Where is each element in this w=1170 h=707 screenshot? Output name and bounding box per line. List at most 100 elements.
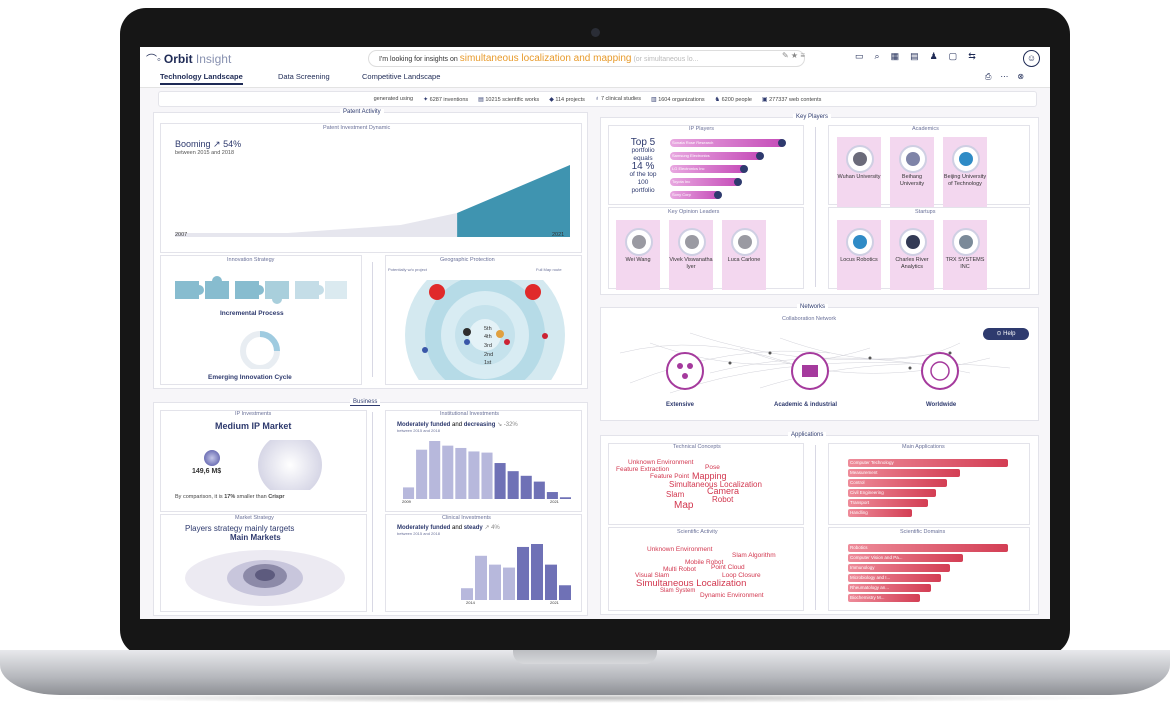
print-icon[interactable]: ⎙: [985, 72, 991, 82]
webcam-icon: [591, 28, 600, 37]
startups-title: Startups: [915, 209, 936, 215]
bar-2012[interactable]: [442, 445, 454, 499]
share-icon[interactable]: ⇆: [968, 51, 976, 62]
sci-domain-bar[interactable]: [848, 544, 1008, 552]
ip-players-summary: Top 5 portfolio equals 14 % of the top 1…: [629, 137, 657, 195]
stat-inventions[interactable]: ✦ 6287 inventions: [423, 96, 468, 103]
tab-competitive-landscape[interactable]: Competitive Landscape: [362, 72, 440, 81]
search-keyword: simultaneous localization and mapping: [459, 53, 632, 64]
calendar-icon[interactable]: ▤: [910, 51, 919, 62]
stat-people[interactable]: ♞ 6200 people: [715, 96, 752, 103]
academic-card[interactable]: Beihang University: [890, 137, 934, 207]
startup-avatar-icon: [846, 228, 874, 256]
kol-logo-icon: [685, 235, 699, 249]
search-input[interactable]: I'm looking for insights on simultaneous…: [368, 50, 805, 67]
search-icon[interactable]: ⌕: [875, 51, 880, 62]
ip-player-label: Sonata Rose Research: [672, 140, 714, 145]
bar-2014[interactable]: [468, 451, 480, 499]
chat-icon[interactable]: ▢: [949, 51, 958, 62]
folder-icon[interactable]: ▭: [855, 51, 864, 62]
bar-2018[interactable]: [517, 546, 529, 600]
bar-2020[interactable]: [546, 492, 558, 499]
stats-prefix: generated using: [373, 96, 414, 102]
bar-2017[interactable]: [507, 471, 519, 499]
kol-name: Luca Carlone: [727, 257, 761, 263]
geo-rank-3: 3rd: [484, 343, 492, 349]
close-icon[interactable]: ⊗: [1017, 72, 1024, 82]
innovation-label-1: Incremental Process: [220, 310, 284, 317]
kol-card[interactable]: Wei Wang: [616, 220, 660, 290]
startup-logo-icon: [853, 235, 867, 249]
web-icon: ▣: [761, 96, 768, 103]
ip-players-title: IP Players: [689, 126, 714, 132]
main-app-bar-label: Computer Technology: [850, 460, 894, 465]
bar-2011[interactable]: [429, 441, 441, 499]
user-icon[interactable]: ♟: [930, 51, 938, 62]
bar-2014[interactable]: [461, 588, 473, 600]
geo-right-label: Full Map route: [536, 267, 562, 272]
bar-2015[interactable]: [481, 452, 493, 499]
edit-star-icons[interactable]: ✎ ★ ≡: [782, 51, 805, 60]
stat-clinical[interactable]: ♁ 7 clinical studies: [595, 96, 641, 102]
academics-title: Academics: [912, 126, 939, 132]
clinical-title: Clinical Investments: [442, 515, 491, 521]
more-icon[interactable]: ⋯: [1000, 72, 1008, 82]
startup-card[interactable]: TRX SYSTEMS INC: [943, 220, 987, 290]
patent-dynamic-title: Patent Investment Dynamic: [323, 125, 391, 131]
activity-word: Dynamic Environment: [700, 592, 764, 599]
laptop-notch: [513, 650, 657, 664]
academic-card[interactable]: Wuhan University: [837, 137, 881, 207]
stat-projects[interactable]: ◆ 114 projects: [549, 96, 585, 103]
bar-2017[interactable]: [503, 567, 515, 600]
academic-logo-icon: [959, 152, 973, 166]
startup-card[interactable]: Locus Robotics: [837, 220, 881, 290]
grid-icon[interactable]: ▦: [891, 51, 900, 62]
bar-2019[interactable]: [531, 544, 543, 600]
bar-2010[interactable]: [416, 449, 428, 499]
market-target-icon: [185, 550, 345, 606]
avatar-icon[interactable]: ☺: [1023, 50, 1040, 67]
main-app-bar-label: Handling: [850, 510, 868, 515]
startup-card[interactable]: Charles River Analytics: [890, 220, 934, 290]
academic-card[interactable]: Beijing University of Technology: [943, 137, 987, 207]
ip-player-label: Toyota Inc: [672, 179, 691, 184]
kol-logo-icon: [632, 235, 646, 249]
bar-2016[interactable]: [494, 463, 506, 499]
stat-web[interactable]: ▣ 277337 web contents: [762, 96, 822, 103]
stat-organizations[interactable]: ▥ 1604 organizations: [651, 96, 705, 103]
player-logo-icon: [714, 191, 722, 199]
kol-card[interactable]: Vivek Viswanatha Iyer: [669, 220, 713, 290]
ip-heading: Medium IP Market: [215, 421, 292, 431]
bar-2015[interactable]: [475, 555, 487, 600]
patent-headline: Booming ↗ 54%: [175, 139, 242, 149]
academic-avatar-icon: [952, 145, 980, 173]
bar-2018[interactable]: [520, 475, 532, 499]
kol-name: Wei Wang: [625, 257, 651, 263]
main-app-bar-label: Civil Engineering: [850, 490, 884, 495]
bar-2019[interactable]: [533, 481, 545, 499]
ip-title: IP Investments: [235, 411, 272, 417]
tab-data-screening[interactable]: Data Screening: [278, 72, 330, 81]
app-logo[interactable]: ⌒◦ Orbit Insight: [146, 51, 231, 67]
cycle-donut-icon: [240, 331, 280, 369]
startup-logo-icon: [959, 235, 973, 249]
clinical-period: between 2015 and 2018: [397, 531, 440, 536]
geo-rank-1: 1st: [484, 360, 492, 366]
patent-area-chart: [175, 165, 570, 237]
bar-2016[interactable]: [489, 564, 501, 600]
orbit-logo-icon: ⌒◦: [146, 54, 161, 66]
bar-2021[interactable]: [559, 497, 571, 499]
bar-2021[interactable]: [559, 585, 571, 600]
bar-2013[interactable]: [455, 447, 467, 499]
tab-technology-landscape[interactable]: Technology Landscape: [160, 72, 243, 85]
bar-2020[interactable]: [545, 564, 557, 600]
stat-scientific-works[interactable]: ▤ 10215 scientific works: [478, 96, 539, 103]
player-logo-icon: [778, 139, 786, 147]
help-button[interactable]: ⊙ Help: [983, 328, 1029, 340]
patent-activity-title: Patent Activity: [340, 109, 384, 115]
kol-card[interactable]: Luca Carlone: [722, 220, 766, 290]
sci-domain-bar-label: Computer Vision and Pa...: [850, 555, 903, 560]
bar-2009[interactable]: [403, 487, 415, 499]
inst-period: between 2015 and 2018: [397, 428, 440, 433]
ip-value: 149,6 M$: [192, 468, 222, 475]
